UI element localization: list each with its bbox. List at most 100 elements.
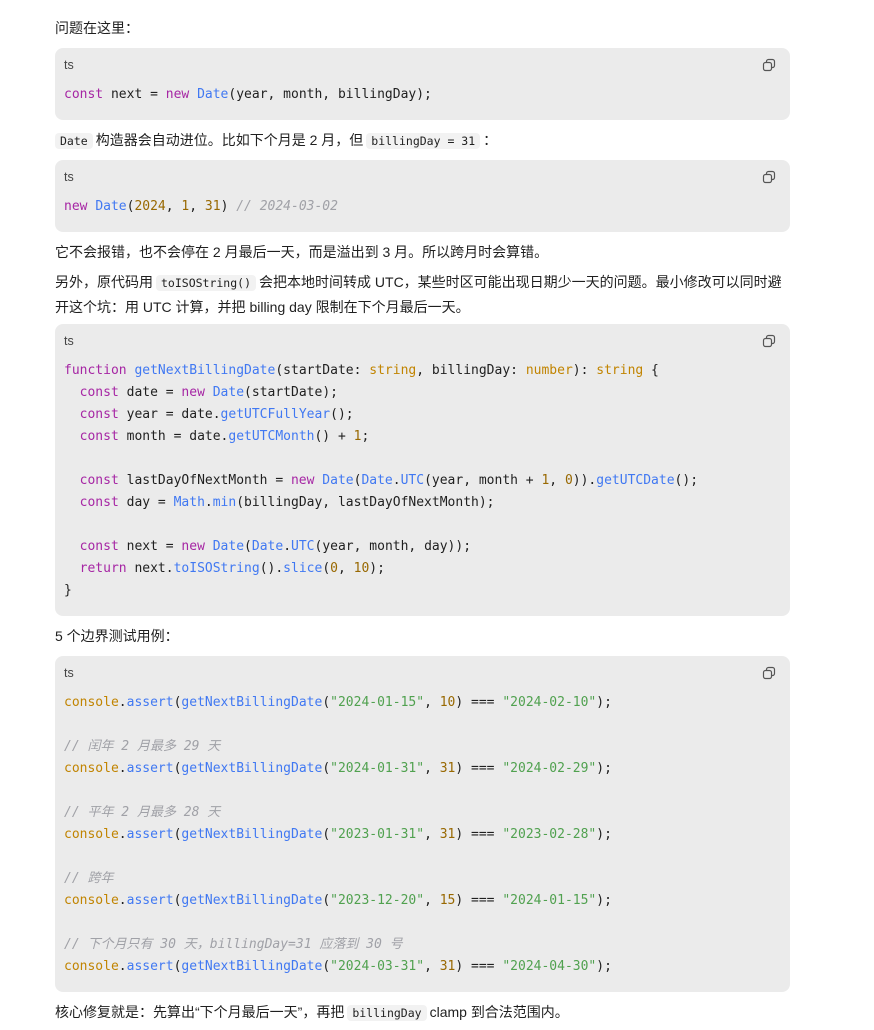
code-token: getNextBillingDate xyxy=(181,695,323,710)
code-token: getNextBillingDate xyxy=(181,827,323,842)
code-token: . xyxy=(204,495,213,510)
code-token: "2024-03-31" xyxy=(330,959,425,974)
code-token: getUTCDate xyxy=(596,473,675,488)
code-token: . xyxy=(118,761,127,776)
code-token: Date xyxy=(212,539,245,554)
code-token: () + xyxy=(314,429,354,444)
code-line: console.assert(getNextBillingDate("2023-… xyxy=(64,893,612,908)
code-token: 0 xyxy=(564,473,573,488)
code-token: const xyxy=(79,473,119,488)
code-token: ); xyxy=(596,959,612,974)
code-token: console xyxy=(64,761,119,776)
code-token: 31 xyxy=(439,959,456,974)
copy-icon[interactable] xyxy=(762,170,776,184)
code-token: Date xyxy=(95,199,127,214)
code-token: , xyxy=(424,695,440,710)
code-token: ) === xyxy=(455,695,503,710)
paragraph-text: 构造器会自动进位。比如下个月是 2 月，但 xyxy=(95,132,364,148)
code-token: getNextBillingDate xyxy=(181,893,323,908)
code-content: console.assert(getNextBillingDate("2024-… xyxy=(55,692,790,978)
code-token: Date xyxy=(251,539,284,554)
code-token: assert xyxy=(126,893,174,908)
code-token: const xyxy=(79,495,119,510)
paragraph-text: 另外，原代码用 xyxy=(55,274,153,290)
code-token: new xyxy=(181,385,205,400)
code-token: , xyxy=(549,473,565,488)
code-token: console xyxy=(64,695,119,710)
code-token: getUTCMonth xyxy=(228,429,315,444)
code-token: getUTCFullYear xyxy=(220,407,331,422)
code-token: (); xyxy=(674,473,699,488)
code-token: function xyxy=(64,363,127,378)
code-token: Date xyxy=(322,473,354,488)
code-token: . xyxy=(118,893,127,908)
code-token: , billingDay: xyxy=(416,363,526,378)
code-block-1: ts const next = new Date(year, month, bi… xyxy=(55,48,790,120)
code-token: (); xyxy=(330,407,354,422)
code-token: console xyxy=(64,893,119,908)
code-line: // 平年 2 月最多 28 天 xyxy=(64,805,220,820)
paragraph-text: 核心修复就是：先算出“下个月最后一天”，再把 xyxy=(55,1004,345,1020)
code-token: , xyxy=(189,199,205,214)
code-token: "2024-01-15" xyxy=(330,695,425,710)
code-token: ); xyxy=(596,893,612,908)
code-line: console.assert(getNextBillingDate("2024-… xyxy=(64,761,612,776)
code-token: . xyxy=(118,959,127,974)
code-block-4: ts console.assert(getNextBillingDate("20… xyxy=(55,656,790,992)
code-content: new Date(2024, 1, 31) // 2024-03-02 xyxy=(55,196,790,218)
code-token: next. xyxy=(126,561,174,576)
inline-code: toISOString() xyxy=(156,275,257,291)
code-token: return xyxy=(79,561,127,576)
code-line: const next = new Date(year, month, billi… xyxy=(64,87,432,102)
code-line: const date = new Date(startDate); xyxy=(64,385,338,400)
code-token: ( xyxy=(322,695,331,710)
code-token: next = xyxy=(118,539,182,554)
code-token: UTC xyxy=(400,473,425,488)
code-token: , xyxy=(424,827,440,842)
code-token: console xyxy=(64,827,119,842)
code-token: slice xyxy=(283,561,323,576)
code-token: (year, month + xyxy=(424,473,542,488)
code-token: const xyxy=(64,87,104,102)
code-token: (year, month, billingDay); xyxy=(228,87,432,102)
code-line: const lastDayOfNextMonth = new Date(Date… xyxy=(64,473,698,488)
code-token: "2023-01-31" xyxy=(330,827,425,842)
code-token: ( xyxy=(322,959,331,974)
code-line: console.assert(getNextBillingDate("2023-… xyxy=(64,827,612,842)
paragraph-summary: 核心修复就是：先算出“下个月最后一天”，再把 billingDay clamp 到合… xyxy=(55,1000,569,1025)
code-token: ) === xyxy=(455,959,503,974)
code-line: const day = Math.min(billingDay, lastDay… xyxy=(64,495,495,510)
code-token: "2024-02-29" xyxy=(502,761,597,776)
code-block-2: ts new Date(2024, 1, 31) // 2024-03-02 xyxy=(55,160,790,232)
code-language-label: ts xyxy=(64,58,74,72)
code-token: (year, month, day)); xyxy=(314,539,472,554)
code-token: // 跨年 xyxy=(64,871,114,886)
paragraph-text: ： xyxy=(483,132,498,148)
code-token: assert xyxy=(126,761,174,776)
code-token: ) === xyxy=(455,761,503,776)
code-token: ); xyxy=(596,761,612,776)
code-token: string xyxy=(369,363,417,378)
code-line: new Date(2024, 1, 31) // 2024-03-02 xyxy=(64,199,338,214)
code-token: { xyxy=(643,363,659,378)
code-token: Date xyxy=(361,473,393,488)
code-token: getNextBillingDate xyxy=(181,959,323,974)
copy-icon[interactable] xyxy=(762,666,776,680)
code-line: return next.toISOString().slice(0, 10); xyxy=(64,561,385,576)
code-token: "2024-01-31" xyxy=(330,761,425,776)
code-token: const xyxy=(79,385,119,400)
code-line: console.assert(getNextBillingDate("2024-… xyxy=(64,695,612,710)
copy-icon[interactable] xyxy=(762,334,776,348)
code-content: const next = new Date(year, month, billi… xyxy=(55,84,790,106)
code-token: ) === xyxy=(455,893,503,908)
code-token: . xyxy=(283,539,292,554)
code-token: , xyxy=(424,893,440,908)
copy-icon[interactable] xyxy=(762,58,776,72)
paragraph-text: clamp 到合法范围内。 xyxy=(429,1004,569,1020)
code-token: . xyxy=(118,827,127,842)
code-token: ( xyxy=(322,827,331,842)
code-token: toISOString xyxy=(173,561,260,576)
